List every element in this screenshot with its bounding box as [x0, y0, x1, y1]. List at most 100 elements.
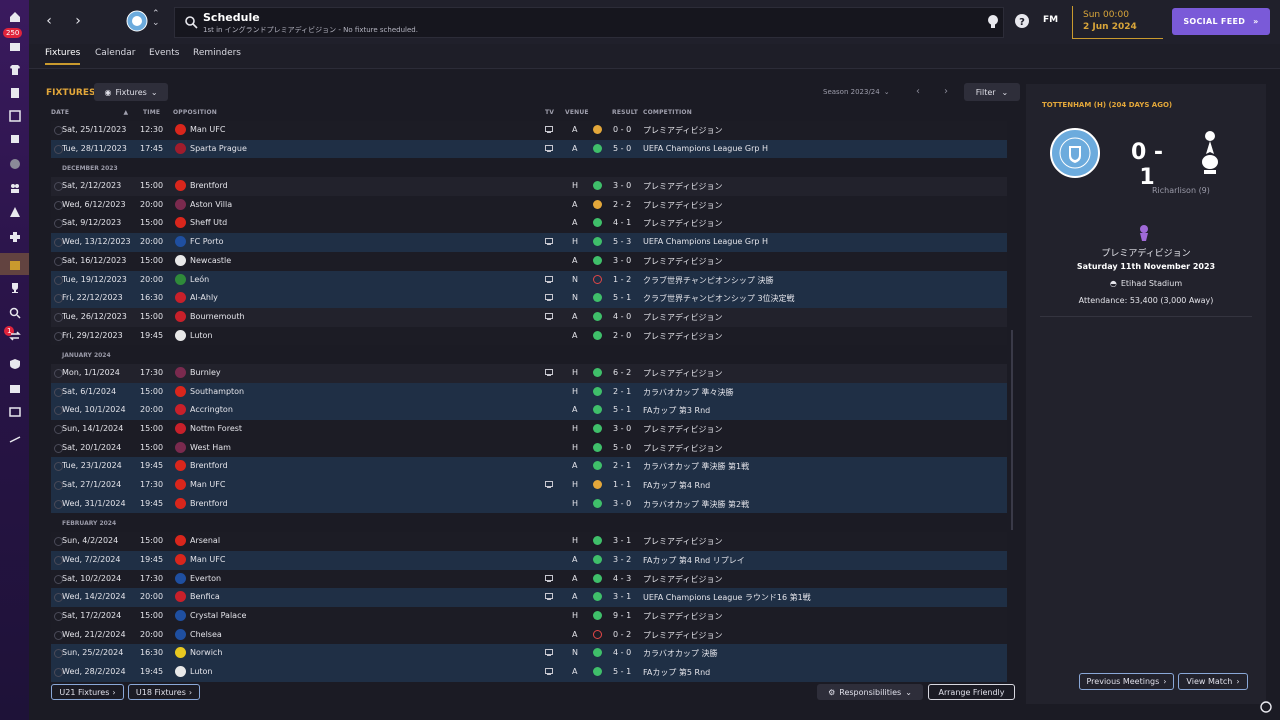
fixture-opposition[interactable]: Al-Ahly [190, 293, 218, 302]
tab-fixtures[interactable]: Fixtures [45, 48, 81, 65]
search-title-box[interactable]: Schedule 1st in イングランドプレミアディビジョン - No fi… [174, 7, 1004, 38]
fixture-opposition[interactable]: Luton [190, 331, 213, 340]
fixture-opposition[interactable]: Man UFC [190, 480, 225, 489]
fixture-row[interactable]: Fri, 22/12/2023 16:30 Al-Ahly N 5 - 1 クラブ世界チャ… [51, 289, 1007, 308]
fixture-score[interactable]: 3 - 0 [613, 424, 631, 433]
medical-icon[interactable] [6, 228, 23, 245]
fixture-row[interactable]: Wed, 21/2/2024 20:00 Chelsea A 0 - 2 プレミアディビジ… [51, 625, 1007, 645]
fixture-opposition[interactable]: Brentford [190, 461, 228, 470]
fixture-opposition[interactable]: Newcastle [190, 256, 231, 265]
finances-icon[interactable] [6, 379, 23, 396]
arrange-friendly-button[interactable]: Arrange Friendly [928, 684, 1015, 700]
fixture-row[interactable]: Sun, 4/2/2024 15:00 Arsenal H 3 - 1 プレミアディビジョ… [51, 532, 1007, 551]
fixture-score[interactable]: 2 - 1 [613, 461, 631, 470]
fixture-opposition[interactable]: Luton [190, 667, 213, 676]
fixture-score[interactable]: 5 - 0 [613, 443, 631, 452]
transfers-icon[interactable] [6, 327, 23, 344]
col-header-tv[interactable]: TV [545, 109, 554, 116]
fixture-row[interactable]: Sat, 20/1/2024 15:00 West Ham H 5 - 0 プレミアディビ… [51, 438, 1007, 458]
fixture-row[interactable]: Wed, 7/2/2024 19:45 Man UFC A 3 - 2 FAカップ 第4 … [51, 550, 1007, 570]
fixture-opposition[interactable]: Chelsea [190, 630, 222, 639]
fixture-opposition[interactable]: Burnley [190, 368, 221, 377]
u18-fixtures-button[interactable]: U18 Fixtures › [128, 684, 200, 700]
responsibilities-button[interactable]: ⚙ Responsibilities ⌄ [817, 684, 923, 700]
fixture-score[interactable]: 4 - 0 [613, 312, 631, 321]
fixture-row[interactable]: Sat, 6/1/2024 15:00 Southampton H 2 - 1 カラバオカ… [51, 382, 1007, 402]
fixture-score[interactable]: 5 - 1 [613, 405, 631, 414]
fixture-score[interactable]: 6 - 2 [613, 368, 631, 377]
fixture-score[interactable]: 5 - 0 [613, 144, 631, 153]
fixture-opposition[interactable]: Southampton [190, 387, 244, 396]
club-switch-icon[interactable]: ⌃ ⌄ [152, 10, 160, 28]
fixture-score[interactable]: 9 - 1 [613, 611, 631, 620]
fixture-score[interactable]: 4 - 0 [613, 648, 631, 657]
fixture-row[interactable]: Sat, 9/12/2023 15:00 Sheff Utd A 4 - 1 プレミアディ… [51, 214, 1007, 234]
fixture-opposition[interactable]: Everton [190, 574, 221, 583]
fixture-row[interactable]: Sun, 25/2/2024 16:30 Norwich N 4 - 0 カラバオカップ … [51, 644, 1007, 663]
social-feed-button[interactable]: SOCIAL FEED » [1172, 8, 1270, 35]
fixture-opposition[interactable]: Crystal Palace [190, 611, 246, 620]
fixture-opposition[interactable]: Nottm Forest [190, 424, 242, 433]
col-header-opposition[interactable]: OPPOSITION [173, 109, 217, 116]
fixture-score[interactable]: 2 - 0 [613, 331, 631, 340]
calendar-icon[interactable] [6, 256, 23, 273]
award-icon[interactable] [985, 13, 1001, 29]
view-dropdown[interactable]: ◉ Fixtures ⌄ [94, 83, 168, 101]
col-header-competition[interactable]: COMPETITION [643, 109, 692, 116]
fixture-opposition[interactable]: Bournemouth [190, 312, 245, 321]
forward-button[interactable]: › [69, 12, 87, 30]
fixture-row[interactable]: Tue, 28/11/2023 17:45 Sparta Prague A 5 - 0 U… [51, 139, 1007, 159]
fixture-row[interactable]: Wed, 31/1/2024 19:45 Brentford H 3 - 0 カラバオカッ… [51, 494, 1007, 514]
previous-season-button[interactable]: ‹ [907, 84, 929, 100]
tab-events[interactable]: Events [149, 48, 179, 63]
tactics-icon[interactable] [6, 107, 23, 124]
fixture-score[interactable]: 3 - 0 [613, 499, 631, 508]
fixture-row[interactable]: Sat, 16/12/2023 15:00 Newcastle A 3 - 0 プレミアデ… [51, 251, 1007, 271]
help-circle-icon[interactable] [1260, 701, 1272, 713]
fixture-row[interactable]: Sat, 17/2/2024 15:00 Crystal Palace H 9 - 1 プ… [51, 606, 1007, 626]
fixture-opposition[interactable]: FC Porto [190, 237, 223, 246]
fixture-row[interactable]: Wed, 10/1/2024 20:00 Accrington A 5 - 1 FAカップ… [51, 401, 1007, 420]
home-icon[interactable] [6, 8, 23, 25]
fixture-row[interactable]: Fri, 29/12/2023 19:45 Luton A 2 - 0 プレミアディビジョ… [51, 326, 1007, 346]
fixture-row[interactable]: Sun, 14/1/2024 15:00 Nottm Forest H 3 - 0 プレミ… [51, 420, 1007, 439]
fixture-row[interactable]: Wed, 6/12/2023 20:00 Aston Villa A 2 - 2 プレミア… [51, 195, 1007, 215]
trophy-icon[interactable] [6, 279, 23, 296]
fixture-score[interactable]: 0 - 2 [613, 630, 631, 639]
fixture-opposition[interactable]: Aston Villa [190, 200, 232, 209]
dev-centre-icon[interactable] [6, 403, 23, 420]
fixture-row[interactable]: Tue, 19/12/2023 20:00 León N 1 - 2 クラブ世界チャンピオ… [51, 270, 1007, 290]
fixture-opposition[interactable]: León [190, 275, 209, 284]
u21-fixtures-button[interactable]: U21 Fixtures › [51, 684, 124, 700]
club-vision-shield-icon[interactable] [6, 355, 23, 372]
tab-calendar[interactable]: Calendar [95, 48, 135, 63]
season-dropdown[interactable]: Season 2023/24 ⌄ [815, 84, 913, 100]
fixture-row[interactable]: Sat, 27/1/2024 17:30 Man UFC H 1 - 1 FAカップ 第4… [51, 476, 1007, 495]
fixture-row[interactable]: Sat, 2/12/2023 15:00 Brentford H 3 - 0 プレミアディ… [51, 177, 1007, 196]
fixture-opposition[interactable]: Accrington [190, 405, 233, 414]
report-bug-icon[interactable] [6, 430, 23, 447]
fixture-score[interactable]: 2 - 2 [613, 200, 631, 209]
scouting-search-icon[interactable] [6, 304, 23, 321]
data-hub-icon[interactable] [6, 130, 23, 147]
col-header-date[interactable]: DATE ▲ [51, 109, 128, 116]
fixture-score[interactable]: 0 - 0 [613, 125, 631, 134]
fixture-score[interactable]: 4 - 1 [613, 218, 631, 227]
fixture-row[interactable]: Wed, 13/12/2023 20:00 FC Porto H 5 - 3 UEFA C… [51, 233, 1007, 252]
fixture-score[interactable]: 4 - 3 [613, 574, 631, 583]
fixture-score[interactable]: 3 - 1 [613, 536, 631, 545]
col-header-result[interactable]: RESULT [612, 109, 638, 116]
fixture-score[interactable]: 5 - 3 [613, 237, 631, 246]
fixture-score[interactable]: 3 - 2 [613, 555, 631, 564]
globe-icon[interactable] [6, 155, 23, 172]
fixture-row[interactable]: Wed, 14/2/2024 20:00 Benfica A 3 - 1 UEFA Cha… [51, 588, 1007, 607]
inbox-icon[interactable] [6, 38, 23, 55]
previous-meetings-button[interactable]: Previous Meetings › [1079, 673, 1174, 690]
fixture-score[interactable]: 3 - 1 [613, 592, 631, 601]
clipboard-icon[interactable] [6, 84, 23, 101]
fixture-opposition[interactable]: West Ham [190, 443, 231, 452]
fixture-opposition[interactable]: Man UFC [190, 555, 225, 564]
club-crest-icon[interactable] [126, 10, 148, 32]
fixture-opposition[interactable]: Man UFC [190, 125, 225, 134]
squad-shirt-icon[interactable] [6, 61, 23, 78]
